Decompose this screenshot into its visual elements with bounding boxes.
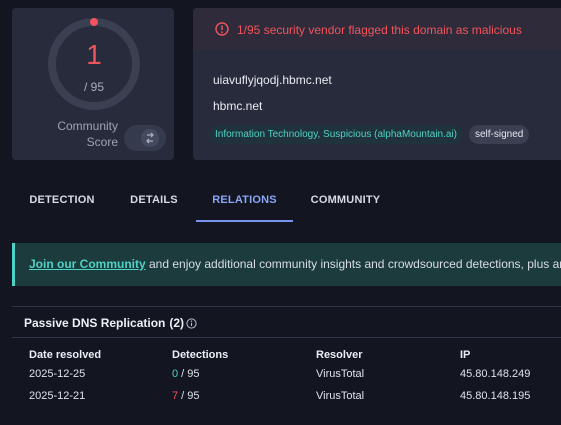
community-banner: Join our Community and enjoy additional … — [12, 243, 561, 286]
domain-parent-link[interactable]: hbmc.net — [213, 99, 262, 113]
domain-full: uiavuflyjqodj.hbmc.net — [213, 73, 332, 87]
score-total: / 95 — [83, 80, 104, 94]
tab-bar: DETECTION DETAILS RELATIONS COMMUNITY — [12, 180, 561, 222]
tag-list: Information Technology, Suspicious (alph… — [209, 125, 530, 144]
info-icon[interactable] — [186, 318, 197, 329]
tab-community[interactable]: COMMUNITY — [293, 180, 398, 222]
alert-text: 1/95 security vendor flagged this domain… — [237, 23, 522, 37]
vote-arrows-icon — [141, 129, 159, 147]
row-detections: 7 / 95 — [172, 390, 200, 402]
column-header-date: Date resolved — [29, 349, 102, 361]
category-tag[interactable]: Information Technology, Suspicious (alph… — [209, 125, 463, 144]
row-date: 2025-12-21 — [29, 390, 86, 402]
alert-circle-icon — [215, 22, 229, 36]
row-resolver: VirusTotal — [316, 390, 365, 402]
row-ip-link[interactable]: 45.80.148.195 — [460, 390, 530, 402]
column-header-detections: Detections — [172, 349, 229, 361]
community-vote-toggle[interactable] — [124, 125, 166, 151]
score-value: 1 — [86, 39, 102, 70]
tab-relations[interactable]: RELATIONS — [196, 180, 293, 222]
row-date: 2025-12-25 — [29, 368, 86, 380]
passive-dns-count: (2) — [169, 316, 185, 330]
passive-dns-title: Passive DNS Replication (2) — [24, 316, 185, 330]
community-score-label: Community Score — [57, 119, 118, 149]
malicious-alert: 1/95 security vendor flagged this domain… — [193, 8, 561, 50]
row-detections: 0 / 95 — [172, 368, 200, 380]
page: 1 / 95 Community Score 1/95 security ven… — [0, 0, 561, 425]
row-ip-link[interactable]: 45.80.148.249 — [460, 368, 530, 380]
score-card: 1 / 95 Community Score — [12, 8, 174, 160]
join-community-link[interactable]: Join our Community — [29, 257, 146, 271]
row-resolver: VirusTotal — [316, 368, 365, 380]
divider — [12, 337, 561, 338]
banner-text: Join our Community and enjoy additional … — [29, 257, 561, 271]
column-header-ip: IP — [460, 349, 471, 361]
column-header-resolver: Resolver — [316, 349, 363, 361]
tab-details[interactable]: DETAILS — [112, 180, 196, 222]
domain-info-card: 1/95 security vendor flagged this domain… — [193, 8, 561, 160]
passive-dns-panel: Passive DNS Replication (2) Date resolved… — [12, 306, 561, 425]
self-signed-tag[interactable]: self-signed — [469, 125, 530, 144]
tab-detection[interactable]: DETECTION — [12, 180, 112, 222]
